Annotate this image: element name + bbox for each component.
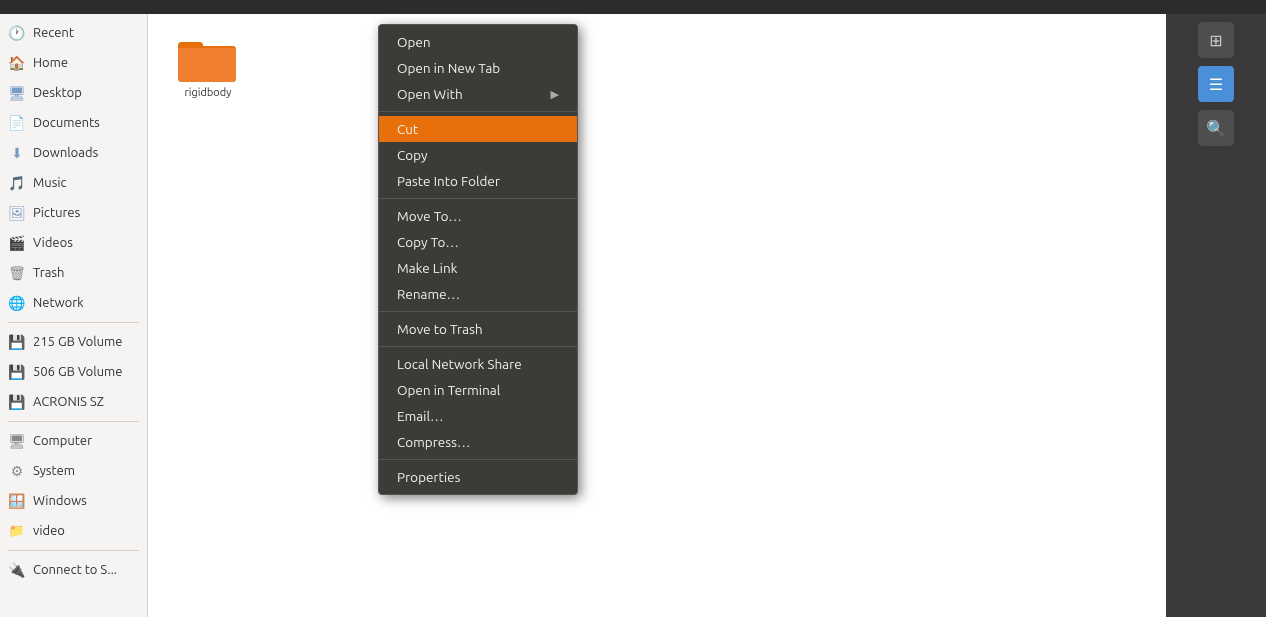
drive-215-icon: 💾 bbox=[8, 333, 26, 351]
context-menu-open[interactable]: Open bbox=[379, 29, 577, 55]
sidebar-item-windows[interactable]: 🪟 Windows bbox=[0, 486, 147, 516]
menu-sep-1 bbox=[379, 111, 577, 112]
menu-sep-3 bbox=[379, 311, 577, 312]
windows-icon: 🪟 bbox=[8, 492, 26, 510]
submenu-arrow: ▶ bbox=[551, 88, 559, 101]
zoom-button[interactable]: 🔍 bbox=[1198, 110, 1234, 146]
context-menu-open-new-tab[interactable]: Open in New Tab bbox=[379, 55, 577, 81]
sidebar-item-215gb[interactable]: 💾 215 GB Volume bbox=[0, 327, 147, 357]
sidebar-label-acronis: ACRONIS SZ bbox=[33, 395, 104, 409]
sidebar-item-system[interactable]: ⚙ System bbox=[0, 456, 147, 486]
context-menu-compress[interactable]: Compress… bbox=[379, 429, 577, 455]
network-icon: 🌐 bbox=[8, 294, 26, 312]
sidebar-item-acronis[interactable]: 💾 ACRONIS SZ bbox=[0, 387, 147, 417]
folder-item[interactable]: rigidbody bbox=[168, 34, 248, 100]
context-menu: Open Open in New Tab Open With ▶ Cut Cop… bbox=[378, 24, 578, 495]
sidebar-label-trash: Trash bbox=[33, 266, 64, 280]
sidebar-item-music[interactable]: 🎵 Music bbox=[0, 168, 147, 198]
context-menu-open-with[interactable]: Open With ▶ bbox=[379, 81, 577, 107]
folder-label: rigidbody bbox=[182, 86, 235, 100]
sidebar-item-network[interactable]: 🌐 Network bbox=[0, 288, 147, 318]
sidebar-label-downloads: Downloads bbox=[33, 146, 98, 160]
context-menu-open-in-terminal[interactable]: Open in Terminal bbox=[379, 377, 577, 403]
sidebar-label-215gb: 215 GB Volume bbox=[33, 335, 122, 349]
sidebar-item-connect[interactable]: 🔌 Connect to S... bbox=[0, 555, 147, 585]
context-menu-make-link[interactable]: Make Link bbox=[379, 255, 577, 281]
sidebar-label-system: System bbox=[33, 464, 75, 478]
folder-icon bbox=[178, 34, 238, 84]
computer-icon: 🖥 bbox=[8, 432, 26, 450]
sidebar-item-video[interactable]: 📁 video bbox=[0, 516, 147, 546]
context-menu-rename[interactable]: Rename… bbox=[379, 281, 577, 307]
titlebar bbox=[0, 0, 1266, 14]
context-menu-cut[interactable]: Cut bbox=[379, 116, 577, 142]
sidebar-item-desktop[interactable]: 🖥 Desktop bbox=[0, 78, 147, 108]
recent-icon: 🕐 bbox=[8, 24, 26, 42]
context-menu-paste-into-folder[interactable]: Paste Into Folder bbox=[379, 168, 577, 194]
videos-icon: 🎬 bbox=[8, 234, 26, 252]
sidebar-sep-3 bbox=[8, 550, 139, 551]
context-menu-move-to-trash[interactable]: Move to Trash bbox=[379, 316, 577, 342]
context-menu-email[interactable]: Email… bbox=[379, 403, 577, 429]
home-icon: 🏠 bbox=[8, 54, 26, 72]
context-menu-copy-to[interactable]: Copy To… bbox=[379, 229, 577, 255]
sidebar-label-home: Home bbox=[33, 56, 68, 70]
video-folder-icon: 📁 bbox=[8, 522, 26, 540]
connect-icon: 🔌 bbox=[8, 561, 26, 579]
sidebar-item-downloads[interactable]: ⬇ Downloads bbox=[0, 138, 147, 168]
sidebar-item-pictures[interactable]: 🖼 Pictures bbox=[0, 198, 147, 228]
documents-icon: 📄 bbox=[8, 114, 26, 132]
sidebar-label-desktop: Desktop bbox=[33, 86, 82, 100]
sidebar-sep-1 bbox=[8, 322, 139, 323]
trash-icon: 🗑 bbox=[8, 264, 26, 282]
sidebar-item-506gb[interactable]: 💾 506 GB Volume bbox=[0, 357, 147, 387]
sidebar-item-documents[interactable]: 📄 Documents bbox=[0, 108, 147, 138]
menu-sep-5 bbox=[379, 459, 577, 460]
music-icon: 🎵 bbox=[8, 174, 26, 192]
sidebar-label-network: Network bbox=[33, 296, 84, 310]
menu-sep-2 bbox=[379, 198, 577, 199]
sidebar-item-trash[interactable]: 🗑 Trash bbox=[0, 258, 147, 288]
sidebar-item-videos[interactable]: 🎬 Videos bbox=[0, 228, 147, 258]
sidebar-label-windows: Windows bbox=[33, 494, 87, 508]
right-panel: ⊞ ☰ 🔍 bbox=[1166, 14, 1266, 617]
sidebar-item-home[interactable]: 🏠 Home bbox=[0, 48, 147, 78]
context-menu-properties[interactable]: Properties bbox=[379, 464, 577, 490]
context-menu-local-network-share[interactable]: Local Network Share bbox=[379, 351, 577, 377]
content-area: rigidbody Open Open in New Tab Open With… bbox=[148, 14, 1166, 617]
sidebar-label-videos: Videos bbox=[33, 236, 73, 250]
sidebar-label-video: video bbox=[33, 524, 65, 538]
pictures-icon: 🖼 bbox=[8, 204, 26, 222]
sidebar-label-computer: Computer bbox=[33, 434, 92, 448]
sidebar-label-connect: Connect to S... bbox=[33, 563, 117, 577]
context-menu-copy[interactable]: Copy bbox=[379, 142, 577, 168]
sidebar-label-documents: Documents bbox=[33, 116, 100, 130]
sidebar-label-recent: Recent bbox=[33, 26, 74, 40]
context-menu-move-to[interactable]: Move To… bbox=[379, 203, 577, 229]
main-area: 🕐 Recent 🏠 Home 🖥 Desktop 📄 Documents ⬇ … bbox=[0, 14, 1266, 617]
desktop-icon: 🖥 bbox=[8, 84, 26, 102]
sidebar-label-506gb: 506 GB Volume bbox=[33, 365, 122, 379]
drive-acronis-icon: 💾 bbox=[8, 393, 26, 411]
sidebar-label-pictures: Pictures bbox=[33, 206, 80, 220]
sidebar-sep-2 bbox=[8, 421, 139, 422]
list-view-button[interactable]: ☰ bbox=[1198, 66, 1234, 102]
sidebar-item-computer[interactable]: 🖥 Computer bbox=[0, 426, 147, 456]
downloads-icon: ⬇ bbox=[8, 144, 26, 162]
icon-view-button[interactable]: ⊞ bbox=[1198, 22, 1234, 58]
drive-506-icon: 💾 bbox=[8, 363, 26, 381]
sidebar-item-recent[interactable]: 🕐 Recent bbox=[0, 18, 147, 48]
sidebar-label-music: Music bbox=[33, 176, 67, 190]
menu-sep-4 bbox=[379, 346, 577, 347]
sidebar: 🕐 Recent 🏠 Home 🖥 Desktop 📄 Documents ⬇ … bbox=[0, 14, 148, 617]
system-icon: ⚙ bbox=[8, 462, 26, 480]
